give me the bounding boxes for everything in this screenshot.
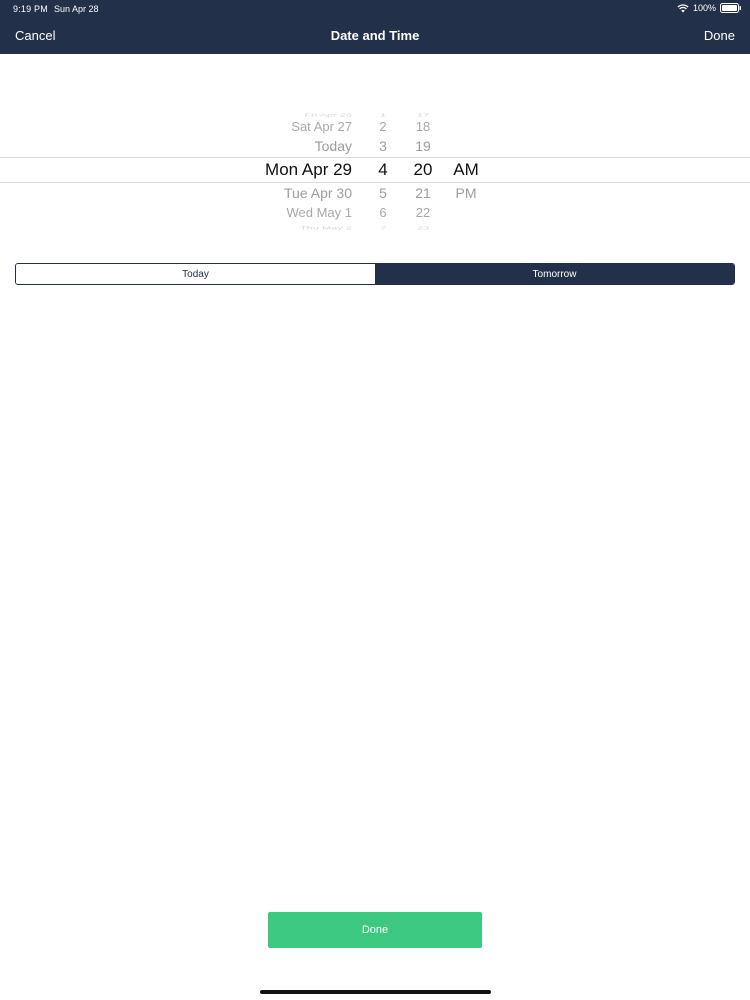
picker-hour-selected[interactable]: 4 xyxy=(368,160,398,180)
picker-period-selected[interactable]: AM xyxy=(447,160,485,180)
picker-hour-column[interactable]: 1 2 3 4 5 6 7 xyxy=(368,100,398,236)
picker-date-column[interactable]: Fri Apr 26 Sat Apr 27 Today Mon Apr 29 T… xyxy=(200,100,352,236)
picker-minute-column[interactable]: 17 18 19 20 21 22 23 xyxy=(405,100,441,236)
battery-icon xyxy=(720,3,742,13)
picker-hour-item[interactable]: 5 xyxy=(368,185,398,201)
page-title: Date and Time xyxy=(330,28,420,43)
picker-minute-item[interactable]: 23 xyxy=(405,225,441,230)
segment-today[interactable]: Today xyxy=(16,264,375,284)
picker-minute-item[interactable]: 22 xyxy=(405,205,441,220)
status-indicators: 100% xyxy=(677,3,742,13)
picker-minute-item[interactable]: 19 xyxy=(405,138,441,154)
status-time: 9:19 PM xyxy=(13,4,48,14)
picker-date-selected[interactable]: Mon Apr 29 xyxy=(200,160,352,180)
picker-minute-item[interactable]: 17 xyxy=(405,112,441,117)
done-nav-button[interactable]: Done xyxy=(704,28,735,43)
battery-percent: 100% xyxy=(692,3,716,13)
home-indicator xyxy=(260,990,491,994)
wifi-icon xyxy=(677,3,689,13)
picker-date-item[interactable]: Tue Apr 30 xyxy=(200,185,352,201)
picker-date-item[interactable]: Fri Apr 26 xyxy=(200,112,352,117)
picker-hour-item[interactable]: 7 xyxy=(368,225,398,230)
picker-date-item[interactable]: Wed May 1 xyxy=(200,205,352,220)
picker-minute-item[interactable]: 18 xyxy=(405,119,441,134)
picker-date-item[interactable]: Thu May 2 xyxy=(200,225,352,230)
picker-period-item[interactable]: PM xyxy=(447,185,485,201)
segment-tomorrow[interactable]: Tomorrow xyxy=(375,264,734,284)
status-date: Sun Apr 28 xyxy=(54,4,99,14)
done-button[interactable]: Done xyxy=(268,912,482,948)
picker-minute-selected[interactable]: 20 xyxy=(405,160,441,180)
picker-hour-item[interactable]: 6 xyxy=(368,205,398,220)
picker-hour-item[interactable]: 1 xyxy=(368,112,398,117)
picker-hour-item[interactable]: 3 xyxy=(368,138,398,154)
top-bar: 9:19 PM Sun Apr 28 100% Cancel Date and … xyxy=(0,0,750,54)
date-time-picker[interactable]: Fri Apr 26 Sat Apr 27 Today Mon Apr 29 T… xyxy=(0,100,750,236)
picker-minute-item[interactable]: 21 xyxy=(405,185,441,201)
picker-date-item[interactable]: Today xyxy=(200,138,352,154)
day-segmented-control[interactable]: Today Tomorrow xyxy=(15,263,735,285)
picker-date-item[interactable]: Sat Apr 27 xyxy=(200,119,352,134)
picker-hour-item[interactable]: 2 xyxy=(368,119,398,134)
picker-period-column[interactable]: AM PM xyxy=(447,100,485,236)
